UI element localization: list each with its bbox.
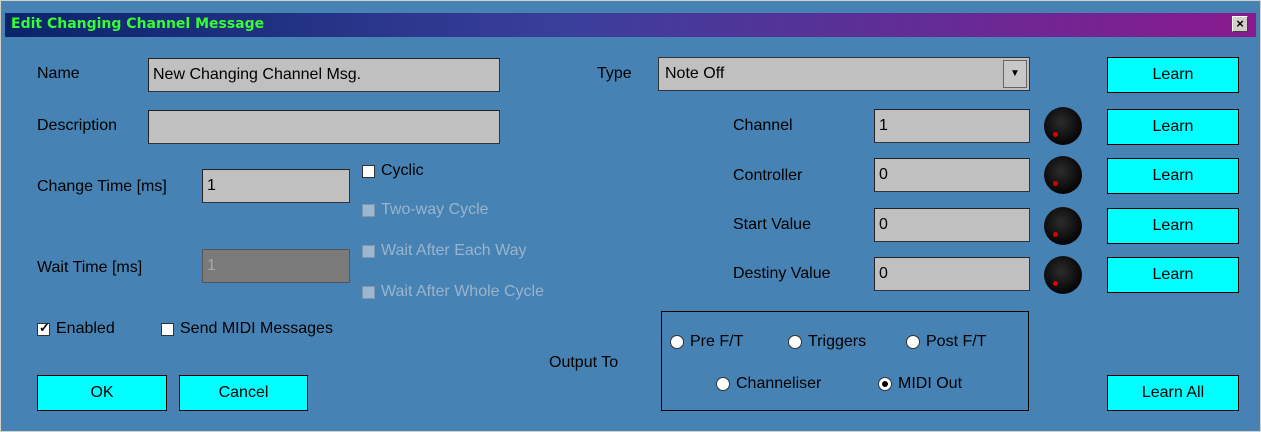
- change-time-input[interactable]: [202, 169, 350, 203]
- name-label: Name: [37, 65, 80, 82]
- wait-after-whole-cycle-label: Wait After Whole Cycle: [381, 283, 545, 300]
- cyclic-label: Cyclic: [381, 162, 424, 179]
- start-value-label: Start Value: [733, 216, 811, 233]
- learn-channel-button[interactable]: Learn: [1107, 109, 1239, 145]
- send-midi-messages-checkbox[interactable]: Send MIDI Messages: [161, 319, 333, 339]
- cancel-button[interactable]: Cancel: [179, 375, 308, 411]
- radio-midi-out[interactable]: MIDI Out: [878, 374, 962, 394]
- wait-after-each-way-label: Wait After Each Way: [381, 242, 527, 259]
- radio-triggers-label: Triggers: [808, 333, 867, 350]
- controller-knob[interactable]: [1044, 156, 1082, 194]
- channel-input[interactable]: [874, 109, 1030, 143]
- chevron-down-icon[interactable]: ▼: [1003, 60, 1027, 88]
- two-way-cycle-checkbox: Two-way Cycle: [362, 200, 489, 220]
- wait-after-whole-cycle-box: [362, 285, 375, 299]
- type-dropdown[interactable]: Note Off ▼: [658, 57, 1030, 91]
- radio-post-ft[interactable]: Post F/T: [906, 332, 986, 352]
- change-time-label: Change Time [ms]: [37, 178, 167, 195]
- radio-selected-dot: [882, 381, 888, 387]
- radio-circle[interactable]: [906, 335, 920, 349]
- channel-label: Channel: [733, 117, 793, 134]
- close-icon[interactable]: ×: [1232, 16, 1248, 32]
- knob-indicator: [1053, 181, 1058, 186]
- description-label: Description: [37, 117, 118, 134]
- wait-after-each-way-box: [362, 244, 375, 258]
- radio-pre-ft-label: Pre F/T: [690, 333, 744, 350]
- learn-controller-button[interactable]: Learn: [1107, 158, 1239, 194]
- knob-indicator: [1053, 281, 1058, 286]
- radio-channeliser-label: Channeliser: [736, 375, 822, 392]
- destiny-value-label: Destiny Value: [733, 265, 831, 282]
- start-value-knob[interactable]: [1044, 207, 1082, 245]
- radio-post-ft-label: Post F/T: [926, 333, 987, 350]
- radio-circle[interactable]: [788, 335, 802, 349]
- name-input[interactable]: [148, 58, 500, 92]
- check-mark-icon: ✓: [39, 319, 50, 335]
- radio-circle[interactable]: [716, 377, 730, 391]
- controller-input[interactable]: [874, 158, 1030, 192]
- enabled-label: Enabled: [56, 320, 115, 337]
- learn-start-value-button[interactable]: Learn: [1107, 208, 1239, 244]
- wait-after-each-way-checkbox: Wait After Each Way: [362, 241, 527, 261]
- window-title: Edit Changing Channel Message: [11, 16, 265, 32]
- output-radio-group: Pre F/T Triggers Post F/T Channeliser MI…: [661, 311, 1029, 411]
- controller-label: Controller: [733, 167, 803, 184]
- output-to-label: Output To: [549, 354, 619, 371]
- enabled-checkbox[interactable]: ✓ Enabled: [37, 319, 115, 339]
- knob-indicator: [1053, 232, 1058, 237]
- destiny-value-knob[interactable]: [1044, 256, 1082, 294]
- learn-all-button[interactable]: Learn All: [1107, 375, 1239, 411]
- channel-knob[interactable]: [1044, 107, 1082, 145]
- radio-midi-out-label: MIDI Out: [898, 375, 963, 392]
- learn-destiny-value-button[interactable]: Learn: [1107, 257, 1239, 293]
- enabled-box[interactable]: ✓: [37, 319, 50, 336]
- send-midi-messages-label: Send MIDI Messages: [180, 320, 333, 337]
- radio-pre-ft[interactable]: Pre F/T: [670, 332, 743, 352]
- dialog-window: Edit Changing Channel Message × Name Des…: [0, 0, 1261, 432]
- type-value: Note Off: [665, 65, 725, 82]
- wait-time-label: Wait Time [ms]: [37, 259, 143, 276]
- cyclic-checkbox[interactable]: Cyclic: [362, 161, 424, 181]
- type-label: Type: [597, 65, 632, 82]
- radio-channeliser[interactable]: Channeliser: [716, 374, 821, 394]
- two-way-cycle-label: Two-way Cycle: [381, 201, 489, 218]
- wait-time-input: [202, 249, 350, 283]
- ok-button[interactable]: OK: [37, 375, 167, 411]
- two-way-cycle-box: [362, 203, 375, 217]
- title-bar[interactable]: Edit Changing Channel Message ×: [5, 13, 1256, 37]
- cyclic-box[interactable]: [362, 164, 375, 178]
- learn-type-button[interactable]: Learn: [1107, 57, 1239, 93]
- knob-indicator: [1053, 132, 1058, 137]
- radio-circle[interactable]: [670, 335, 684, 349]
- start-value-input[interactable]: [874, 208, 1030, 242]
- send-midi-messages-box[interactable]: [161, 322, 174, 336]
- description-input[interactable]: [148, 110, 500, 144]
- radio-triggers[interactable]: Triggers: [788, 332, 866, 352]
- destiny-value-input[interactable]: [874, 257, 1030, 291]
- radio-circle[interactable]: [878, 377, 892, 391]
- wait-after-whole-cycle-checkbox: Wait After Whole Cycle: [362, 282, 544, 302]
